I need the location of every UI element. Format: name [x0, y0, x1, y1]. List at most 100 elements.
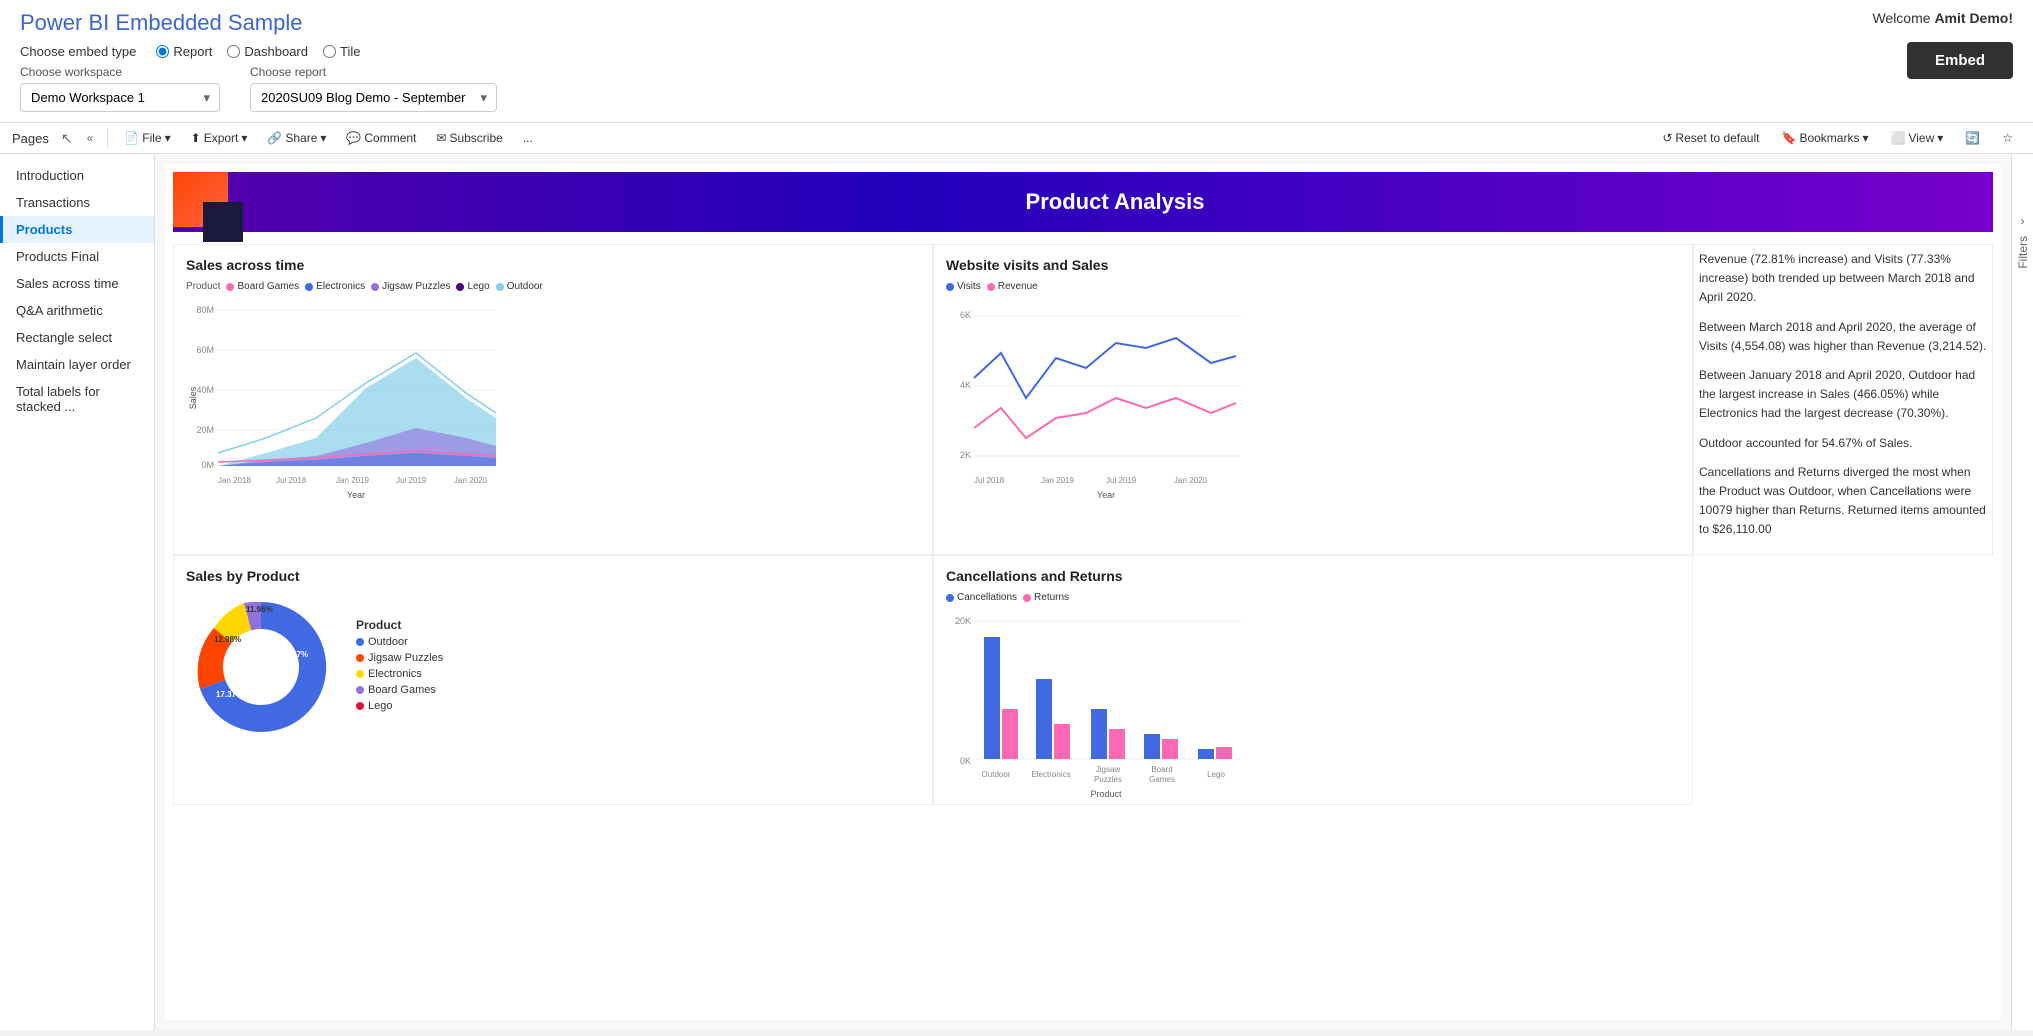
view-btn[interactable]: ⬜ View ▾: [1883, 127, 1952, 149]
svg-text:Electronics: Electronics: [1031, 770, 1070, 779]
legend-board-games: Board Games: [226, 281, 299, 292]
sidebar-item-products-final[interactable]: Products Final: [0, 243, 154, 270]
radio-report[interactable]: Report: [156, 44, 212, 59]
toolbar-right: ↺ Reset to default 🔖 Bookmarks ▾ ⬜ View …: [1654, 127, 2021, 149]
report-area: Product Analysis Sales across time Produ…: [155, 154, 2011, 1030]
top-bar: Power BI Embedded Sample Choose embed ty…: [0, 0, 2033, 123]
sidebar-item-qa[interactable]: Q&A arithmetic: [0, 297, 154, 324]
website-visits-legend: Visits Revenue: [946, 281, 1680, 292]
collapse-filters-btn[interactable]: ›: [2021, 214, 2025, 228]
refresh-icon: 🔄: [1965, 131, 1980, 145]
report-dropdown-wrapper: 2020SU09 Blog Demo - September: [250, 83, 497, 112]
share-btn[interactable]: 🔗 Share ▾: [259, 127, 334, 149]
svg-text:Board: Board: [1151, 765, 1172, 774]
svg-text:Jan 2020: Jan 2020: [1174, 476, 1207, 485]
embed-type-label: Choose embed type: [20, 44, 136, 59]
legend-electronics-p: Electronics: [356, 668, 443, 680]
sidebar-item-maintain[interactable]: Maintain layer order: [0, 351, 154, 378]
reset-btn[interactable]: ↺ Reset to default: [1654, 127, 1767, 149]
product-legend: Product Outdoor Jigsaw Puzzles: [356, 618, 443, 716]
svg-text:Outdoor: Outdoor: [982, 770, 1011, 779]
filters-panel[interactable]: › Filters: [2011, 154, 2033, 1030]
legend-lego: Lego: [456, 281, 489, 292]
sidebar-item-transactions[interactable]: Transactions: [0, 189, 154, 216]
svg-text:Jan 2018: Jan 2018: [218, 476, 251, 485]
more-btn[interactable]: ...: [515, 127, 541, 149]
sales-time-chart: Sales across time Product Board Games El…: [173, 244, 933, 555]
insight-5: Cancellations and Returns diverged the m…: [1699, 463, 1987, 540]
star-icon: ☆: [2002, 131, 2013, 145]
sales-product-title: Sales by Product: [186, 568, 920, 584]
website-visits-chart: Website visits and Sales Visits Revenue …: [933, 244, 1693, 555]
svg-text:Sales: Sales: [188, 386, 198, 409]
website-visits-title: Website visits and Sales: [946, 257, 1680, 273]
legend-jigsaw: Jigsaw Puzzles: [371, 281, 450, 292]
workspace-dropdown[interactable]: Demo Workspace 1: [20, 83, 220, 112]
charts-grid: Sales across time Product Board Games El…: [165, 236, 2001, 813]
sidebar-item-introduction[interactable]: Introduction: [0, 162, 154, 189]
subscribe-icon: ✉: [436, 131, 446, 145]
separator-1: [107, 128, 108, 148]
cancellations-legend: Cancellations Returns: [946, 592, 1680, 603]
bookmark-icon: 🔖: [1781, 131, 1796, 145]
subscribe-btn[interactable]: ✉ Subscribe: [428, 127, 510, 149]
svg-text:Lego: Lego: [1207, 770, 1225, 779]
workspace-label: Choose workspace: [20, 65, 220, 79]
svg-text:0K: 0K: [960, 756, 971, 766]
bookmarks-btn[interactable]: 🔖 Bookmarks ▾: [1773, 127, 1876, 149]
report-dropdown[interactable]: 2020SU09 Blog Demo - September: [250, 83, 497, 112]
svg-text:40M: 40M: [196, 385, 214, 395]
sidebar-item-rectangle[interactable]: Rectangle select: [0, 324, 154, 351]
embed-button[interactable]: Embed: [1907, 42, 2013, 79]
svg-text:4K: 4K: [960, 380, 971, 390]
report-header-banner: Product Analysis: [173, 172, 1993, 232]
cancellations-svg: 20K 0K: [946, 609, 1246, 789]
legend-product-label: Product: [356, 618, 443, 632]
radio-tile[interactable]: Tile: [323, 44, 360, 59]
sidebar-item-sales-time[interactable]: Sales across time: [0, 270, 154, 297]
svg-text:20M: 20M: [196, 425, 214, 435]
filters-label: Filters: [2016, 236, 2030, 269]
app-title: Power BI Embedded Sample: [20, 10, 497, 36]
legend-electronics: Electronics: [305, 281, 365, 292]
sales-product-chart: Sales by Product: [173, 555, 933, 805]
sidebar: Introduction Transactions Products Produ…: [0, 154, 155, 1030]
comment-btn[interactable]: 💬 Comment: [338, 127, 424, 149]
legend-outdoor: Outdoor: [356, 636, 443, 648]
insight-3: Between January 2018 and April 2020, Out…: [1699, 366, 1987, 424]
svg-text:0M: 0M: [201, 460, 214, 470]
svg-text:17.37%: 17.37%: [216, 690, 243, 699]
view-icon: ⬜: [1891, 131, 1906, 145]
embed-type-radio-group: Report Dashboard Tile: [156, 44, 360, 59]
donut-chart: 54.67% 17.37% 12.98% 11.96%: [186, 592, 336, 742]
svg-text:Year: Year: [347, 490, 365, 500]
workspace-control: Choose workspace Demo Workspace 1: [20, 65, 220, 112]
report-toolbar: Pages ↖ « 📄 File ▾ ⬆ Export ▾ 🔗 Share ▾ …: [0, 123, 2033, 154]
sidebar-item-products[interactable]: Products: [0, 216, 154, 243]
bottom-right-spacer: [1693, 555, 1993, 805]
sales-time-title: Sales across time: [186, 257, 920, 273]
cancellations-title: Cancellations and Returns: [946, 568, 1680, 584]
file-icon: 📄: [124, 131, 139, 145]
cancellations-chart: Cancellations and Returns Cancellations …: [933, 555, 1693, 805]
svg-text:Jul 2018: Jul 2018: [974, 476, 1005, 485]
legend-lego-p: Lego: [356, 700, 443, 712]
refresh-btn[interactable]: 🔄: [1957, 127, 1988, 149]
radio-dashboard[interactable]: Dashboard: [227, 44, 308, 59]
legend-cancellations: Cancellations: [946, 592, 1017, 603]
svg-text:Jul 2019: Jul 2019: [1106, 476, 1137, 485]
collapse-sidebar-btn[interactable]: «: [81, 129, 100, 147]
file-btn[interactable]: 📄 File ▾: [116, 127, 178, 149]
sidebar-item-total-labels[interactable]: Total labels for stacked ...: [0, 378, 154, 420]
pages-label: Pages: [12, 131, 49, 146]
svg-text:Jan 2019: Jan 2019: [1041, 476, 1074, 485]
welcome-text: Welcome Amit Demo!: [1872, 10, 2013, 26]
svg-text:Puzzles: Puzzles: [1094, 775, 1122, 784]
svg-text:2K: 2K: [960, 450, 971, 460]
svg-text:Games: Games: [1149, 775, 1175, 784]
legend-jigsaw-p: Jigsaw Puzzles: [356, 652, 443, 664]
export-btn[interactable]: ⬆ Export ▾: [183, 127, 256, 149]
svg-text:12.98%: 12.98%: [214, 635, 241, 644]
reset-icon: ↺: [1662, 131, 1672, 145]
star-btn[interactable]: ☆: [1994, 127, 2021, 149]
